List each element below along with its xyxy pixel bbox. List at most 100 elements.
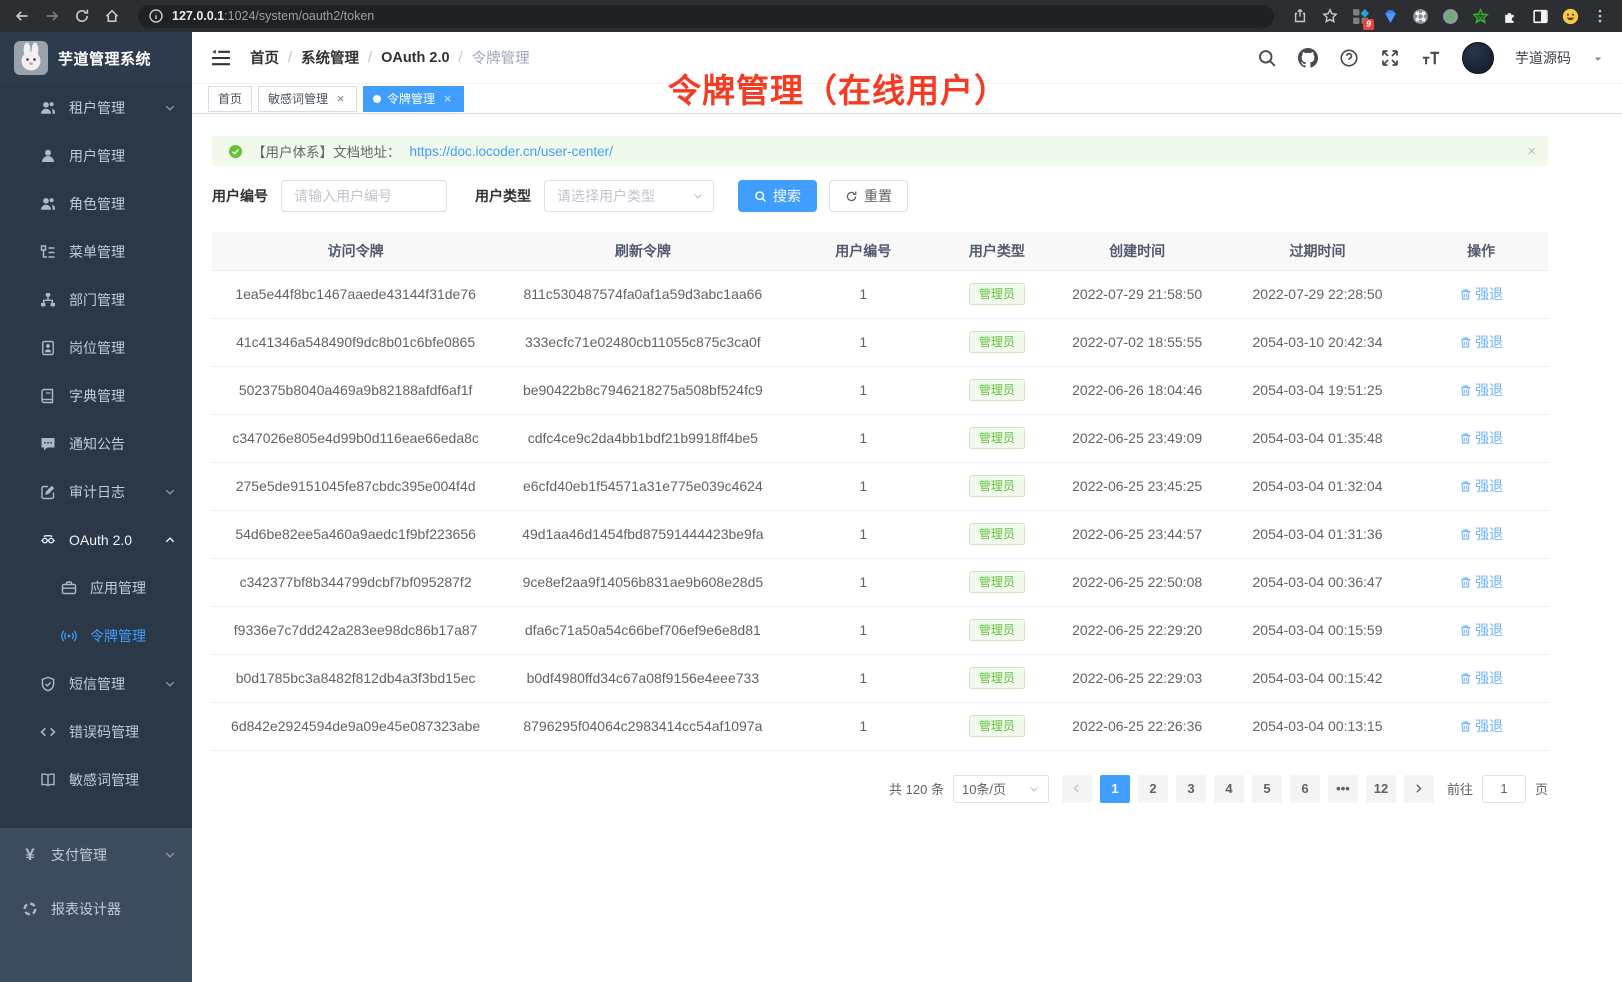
search-button[interactable]: 搜索: [738, 180, 817, 212]
app-logo[interactable]: 芋道管理系统: [0, 32, 192, 84]
user-id-cell: 1: [786, 654, 940, 702]
page-size-select[interactable]: 10条/页: [953, 775, 1049, 803]
sidebar-item-post[interactable]: 岗位管理: [0, 324, 192, 372]
force-logout-button[interactable]: 强退: [1459, 620, 1503, 640]
browser-forward-icon[interactable]: [40, 4, 64, 28]
user-type-select[interactable]: 请选择用户类型: [544, 180, 714, 212]
sidebar-item-dict[interactable]: 字典管理: [0, 372, 192, 420]
extension-split-screen-icon[interactable]: [1528, 4, 1552, 28]
tab-home[interactable]: 首页: [208, 86, 252, 112]
sidebar-item-error-code[interactable]: 错误码管理: [0, 708, 192, 756]
sidebar-item-report-designer[interactable]: 报表设计器: [0, 882, 192, 936]
force-logout-label: 强退: [1475, 668, 1503, 688]
access-token-cell: 6d842e2924594de9a09e45e087323abe: [212, 702, 499, 750]
alert-close-icon[interactable]: ×: [1527, 143, 1536, 160]
fullscreen-icon[interactable]: [1380, 48, 1400, 68]
force-logout-button[interactable]: 强退: [1459, 476, 1503, 496]
force-logout-button[interactable]: 强退: [1459, 668, 1503, 688]
tab-sensitive-word[interactable]: 敏感词管理×: [258, 86, 357, 112]
sidebar-item-audit-log[interactable]: 审计日志: [0, 468, 192, 516]
page-button-6[interactable]: 6: [1290, 775, 1320, 803]
chevron-down-icon[interactable]: [1592, 52, 1604, 64]
next-page-button[interactable]: [1404, 775, 1434, 803]
help-icon[interactable]: [1339, 48, 1359, 68]
page-more-button[interactable]: •••: [1328, 775, 1358, 803]
page-button-3[interactable]: 3: [1176, 775, 1206, 803]
force-logout-button[interactable]: 强退: [1459, 716, 1503, 736]
extension-gem-icon[interactable]: [1378, 4, 1402, 28]
page-button-1[interactable]: 1: [1100, 775, 1130, 803]
sidebar: 芋道管理系统 租户管理用户管理角色管理菜单管理部门管理岗位管理字典管理通知公告审…: [0, 32, 192, 982]
force-logout-button[interactable]: 强退: [1459, 572, 1503, 592]
force-logout-button[interactable]: 强退: [1459, 428, 1503, 448]
force-logout-button[interactable]: 强退: [1459, 524, 1503, 544]
browser-menu-icon[interactable]: [1588, 4, 1612, 28]
sidebar-item-menu[interactable]: 菜单管理: [0, 228, 192, 276]
sidebar-item-oauth2-application[interactable]: 应用管理: [0, 564, 192, 612]
breadcrumb-item[interactable]: 首页: [250, 47, 279, 68]
sidebar-item-sensitive-word[interactable]: 敏感词管理: [0, 756, 192, 804]
page-button-4[interactable]: 4: [1214, 775, 1244, 803]
user-avatar[interactable]: [1462, 42, 1494, 74]
page-button-5[interactable]: 5: [1252, 775, 1282, 803]
create-time-cell: 2022-06-25 22:50:08: [1054, 558, 1221, 606]
search-icon[interactable]: [1257, 48, 1277, 68]
extension-puzzle-icon[interactable]: [1498, 4, 1522, 28]
force-logout-label: 强退: [1475, 716, 1503, 736]
sidebar-item-oauth2-token[interactable]: 令牌管理: [0, 612, 192, 660]
sidebar-item-label: 角色管理: [69, 194, 125, 214]
column-header: 刷新令牌: [499, 232, 786, 270]
page-button-2[interactable]: 2: [1138, 775, 1168, 803]
sidebar-item-pay[interactable]: ¥支付管理: [0, 828, 192, 882]
sidebar-toggle-button[interactable]: [210, 47, 232, 69]
site-info-icon[interactable]: [148, 4, 164, 28]
expire-time-cell: 2054-03-04 00:15:59: [1221, 606, 1415, 654]
extension-record-icon[interactable]: [1438, 4, 1462, 28]
browser-back-icon[interactable]: [10, 4, 34, 28]
share-icon[interactable]: [1288, 4, 1312, 28]
create-time-cell: 2022-07-29 21:58:50: [1054, 270, 1221, 318]
robot-icon: [40, 532, 56, 548]
sidebar-item-tenant[interactable]: 租户管理: [0, 84, 192, 132]
chevron-right-icon: [1413, 783, 1424, 794]
goto-suffix: 页: [1535, 779, 1548, 798]
force-logout-button[interactable]: 强退: [1459, 380, 1503, 400]
extension-command-icon[interactable]: [1408, 4, 1432, 28]
force-logout-button[interactable]: 强退: [1459, 284, 1503, 304]
breadcrumb-item: 令牌管理: [472, 47, 530, 68]
tab-oauth2-token[interactable]: 令牌管理×: [363, 86, 464, 112]
chevron-down-icon: [692, 190, 704, 202]
font-size-icon[interactable]: [1421, 48, 1441, 68]
tab-close-icon[interactable]: ×: [441, 93, 454, 105]
sidebar-item-oauth2[interactable]: OAuth 2.0: [0, 516, 192, 564]
sidebar-item-role[interactable]: 角色管理: [0, 180, 192, 228]
browser-address-bar[interactable]: 127.0.0.1:1024/system/oauth2/token: [138, 5, 1274, 28]
browser-home-icon[interactable]: [100, 4, 124, 28]
chevron-down-icon: [164, 678, 176, 690]
sidebar-item-sms[interactable]: 短信管理: [0, 660, 192, 708]
goto-page-input[interactable]: [1482, 775, 1526, 803]
browser-reload-icon[interactable]: [70, 4, 94, 28]
user-name[interactable]: 芋道源码: [1515, 48, 1571, 68]
sidebar-item-dept[interactable]: 部门管理: [0, 276, 192, 324]
sidebar-item-notice[interactable]: 通知公告: [0, 420, 192, 468]
page-button-12[interactable]: 12: [1366, 775, 1396, 803]
profile-avatar-emoji[interactable]: [1558, 4, 1582, 28]
reset-button[interactable]: 重置: [829, 180, 908, 212]
force-logout-button[interactable]: 强退: [1459, 332, 1503, 352]
user-type-placeholder: 请选择用户类型: [557, 186, 655, 206]
url-path: :1024/system/oauth2/token: [224, 9, 374, 23]
delete-icon: [1459, 288, 1472, 301]
prev-page-button[interactable]: [1062, 775, 1092, 803]
breadcrumb-item[interactable]: OAuth 2.0: [381, 50, 449, 66]
user-id-input[interactable]: [281, 180, 447, 212]
bookmark-star-icon[interactable]: [1318, 4, 1342, 28]
doc-link[interactable]: https://doc.iocoder.cn/user-center/: [410, 144, 613, 159]
extension-star-icon[interactable]: [1468, 4, 1492, 28]
table-row: c342377bf8b344799dcbf7bf095287f29ce8ef2a…: [212, 558, 1548, 606]
tab-close-icon[interactable]: ×: [334, 93, 347, 105]
sidebar-item-user[interactable]: 用户管理: [0, 132, 192, 180]
breadcrumb-item[interactable]: 系统管理: [301, 47, 359, 68]
extension-blocks-icon[interactable]: 9: [1348, 4, 1372, 28]
github-icon[interactable]: [1298, 48, 1318, 68]
